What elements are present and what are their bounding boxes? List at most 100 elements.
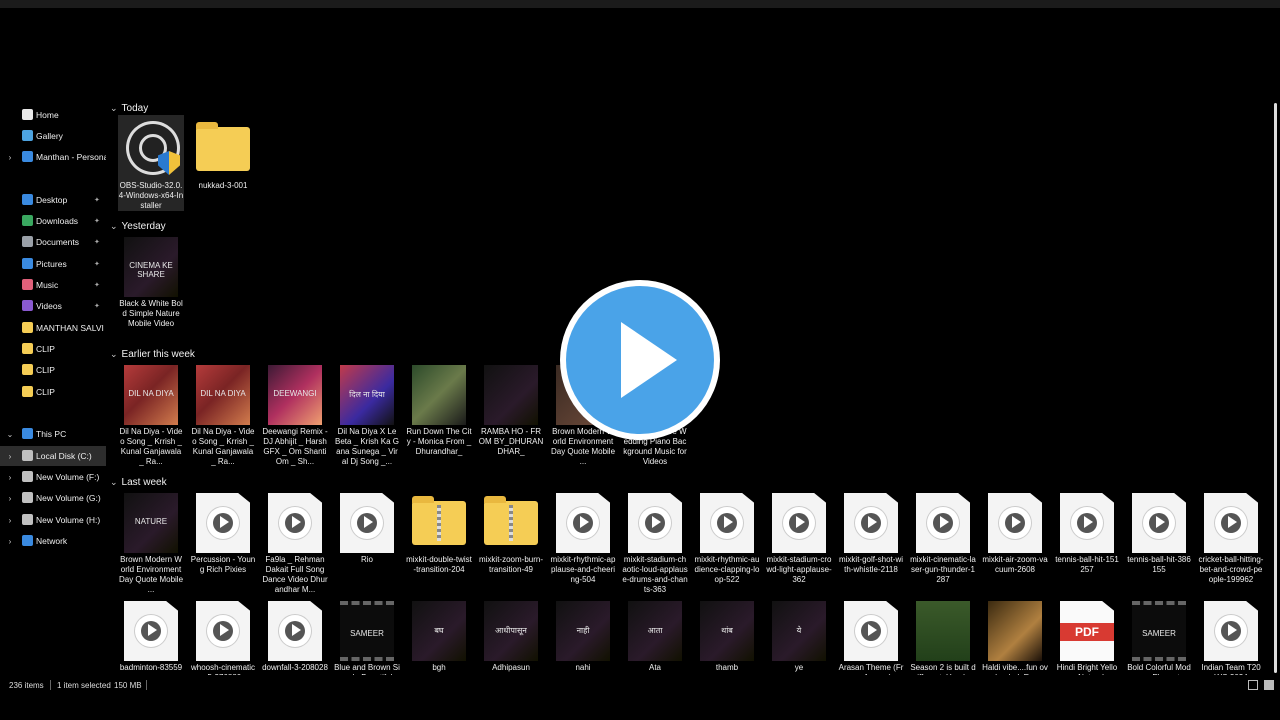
sidebar-item[interactable]: Videos ✦ [0,296,106,316]
file-name: RAMBA HO - FROM BY_DHURANDHAR_ [478,427,544,456]
collapse-chevron-icon[interactable]: ⌄ [110,103,118,114]
file-tile[interactable]: DEEWANGI Deewangi Remix - DJ Abhijit _ Ha… [262,361,328,467]
media-file-icon [556,493,610,553]
play-icon[interactable] [566,286,714,434]
expand-chevron-icon[interactable]: › [6,452,14,461]
file-tile[interactable]: mixkit-zoom-burn-transition-49 [478,489,544,595]
folder-icon [22,322,33,333]
file-tile[interactable]: SAMEER Bold Colorful Modern Elegant [1126,597,1192,675]
group-header[interactable]: ⌄ Yesterday [110,221,166,232]
file-tile[interactable]: Haldi vibe....fun overloaded. Even [982,597,1048,675]
file-tile[interactable]: Indian Team T20WC 2024 [1198,597,1264,675]
scrollbar-thumb[interactable] [1274,103,1277,673]
file-tile[interactable]: downfall-3-208028 [262,597,328,675]
file-tile[interactable]: दिल ना दिया Dil Na Diya X Le Beta _ Krish… [334,361,400,467]
file-name: Brown Modern World Environment Day Quote… [550,427,616,466]
file-tile[interactable]: Run Down The City - Monica From _Dhurand… [406,361,472,467]
file-tile[interactable]: tennis-ball-hit-151257 [1054,489,1120,595]
file-tile[interactable]: OBS-Studio-32.0.4-Windows-x64-Installer [118,115,184,211]
sidebar-item[interactable]: › Local Disk (C:) [0,446,106,466]
expand-chevron-icon[interactable]: › [6,494,14,503]
sidebar-item[interactable]: MANTHAN SALVI [0,318,106,338]
file-tile[interactable]: mixkit-cinematic-laser-gun-thunder-1287 [910,489,976,595]
video-thumbnail [484,365,538,425]
group-title: Earlier this week [121,349,195,360]
sidebar-item[interactable]: › Network [0,531,106,551]
file-tile[interactable]: RAMBA HO - FROM BY_DHURANDHAR_ [478,361,544,467]
status-separator [146,680,147,690]
expand-chevron-icon[interactable]: › [6,516,14,525]
sidebar-item[interactable]: ⌄ This PC [0,424,106,444]
file-tile[interactable]: CINEMA KE SHARE Black & White Bold Simple… [118,233,184,339]
selection-size: 150 MB [114,681,142,690]
file-tile[interactable]: Percussion - Young Rich Pixies [190,489,256,595]
file-tile[interactable]: आता Ata [622,597,688,675]
file-tile[interactable]: Season 2 is built different. Here's [910,597,976,675]
sidebar-item[interactable]: CLIP [0,360,106,380]
video-thumbnail: दिल ना दिया [340,365,394,425]
sidebar-item-label: New Volume (F:) [36,472,100,482]
window-top-strip [0,0,1280,8]
sidebar-item[interactable]: Gallery [0,126,106,146]
sidebar-item[interactable]: Home [0,105,106,125]
file-name: mixkit-rhythmic-applause-and-cheering-50… [550,555,616,584]
file-tile[interactable]: whoosh-cinematic-5-376880 [190,597,256,675]
file-tile[interactable]: Rio [334,489,400,595]
file-tile[interactable]: mixkit-air-zoom-vacuum-2608 [982,489,1048,595]
file-tile[interactable]: नाही nahi [550,597,616,675]
sidebar-item[interactable]: › Manthan - Persona [0,147,106,167]
sidebar-item[interactable]: Documents ✦ [0,232,106,252]
collapse-chevron-icon[interactable]: ⌄ [110,477,118,488]
file-tile[interactable]: tennis-ball-hit-386155 [1126,489,1192,595]
file-tile[interactable]: थांब thamb [694,597,760,675]
sidebar-item[interactable]: Desktop ✦ [0,190,106,210]
file-name: whoosh-cinematic-5-376880 [190,663,256,675]
file-tile[interactable]: ये ye [766,597,832,675]
sidebar-item[interactable]: › New Volume (F:) [0,467,106,487]
file-tile[interactable]: SAMEER Blue and Brown Simple Beautiful [334,597,400,675]
file-tile[interactable]: mixkit-double-twist-transition-204 [406,489,472,595]
group-header[interactable]: ⌄ Earlier this week [110,349,195,360]
file-tile[interactable]: NATURE Brown Modern World Environment Day… [118,489,184,595]
pin-icon: ✦ [94,239,100,246]
expand-chevron-icon[interactable]: › [6,473,14,482]
expand-chevron-icon[interactable]: › [6,153,14,162]
pin-icon: ✦ [94,197,100,204]
file-tile[interactable]: Arasan Theme (From Arasan) [838,597,904,675]
sidebar-item[interactable]: › New Volume (G:) [0,488,106,508]
folder-icon [196,122,250,171]
group-title: Today [121,103,149,114]
group-header[interactable]: ⌄ Today [110,103,148,114]
sidebar-item[interactable]: Downloads ✦ [0,211,106,231]
sidebar-item[interactable]: Music ✦ [0,275,106,295]
file-tile[interactable]: mixkit-golf-shot-with-whistle-2118 [838,489,904,595]
file-tile[interactable]: cricket-ball-hitting-bet-and-crowd-peopl… [1198,489,1264,595]
file-tile[interactable]: बघ bgh [406,597,472,675]
sidebar-item[interactable]: CLIP [0,339,106,359]
vertical-scrollbar[interactable] [1272,95,1280,675]
file-tile[interactable]: DIL NA DIYA Dil Na Diya - Video Song _ Kr… [190,361,256,467]
file-tile[interactable]: PDF Hindi Bright Yellow Natural [1054,597,1120,675]
file-tile[interactable]: mixkit-rhythmic-audience-clapping-loop-5… [694,489,760,595]
group-header[interactable]: ⌄ Last week [110,477,167,488]
collapse-chevron-icon[interactable]: ⌄ [110,221,118,232]
file-name: Dil Na Diya - Video Song _ Krrish _ Kuna… [119,427,183,466]
large-icons-view-icon[interactable] [1264,680,1274,690]
file-tile[interactable]: badminton-83559 [118,597,184,675]
sidebar-item[interactable]: Pictures ✦ [0,254,106,274]
file-tile[interactable]: nukkad-3-001 [190,115,256,211]
thumbnail-caption: आता [647,626,663,635]
sidebar-item[interactable]: › New Volume (H:) [0,510,106,530]
documents-icon [22,236,33,247]
file-tile[interactable]: mixkit-stadium-crowd-light-applause-362 [766,489,832,595]
file-tile[interactable]: mixkit-rhythmic-applause-and-cheering-50… [550,489,616,595]
expand-chevron-icon[interactable]: ⌄ [6,430,14,439]
sidebar-item[interactable]: CLIP [0,382,106,402]
expand-chevron-icon[interactable]: › [6,537,14,546]
file-tile[interactable]: आधीपासून Adhipasun [478,597,544,675]
collapse-chevron-icon[interactable]: ⌄ [110,349,118,360]
file-tile[interactable]: mixkit-stadium-chaotic-loud-applause-dru… [622,489,688,595]
file-tile[interactable]: DIL NA DIYA Dil Na Diya - Video Song _ Kr… [118,361,184,467]
details-view-icon[interactable] [1248,680,1258,690]
file-tile[interactable]: Fa9la _ Rehman Dakait Full Song Dance Vi… [262,489,328,595]
